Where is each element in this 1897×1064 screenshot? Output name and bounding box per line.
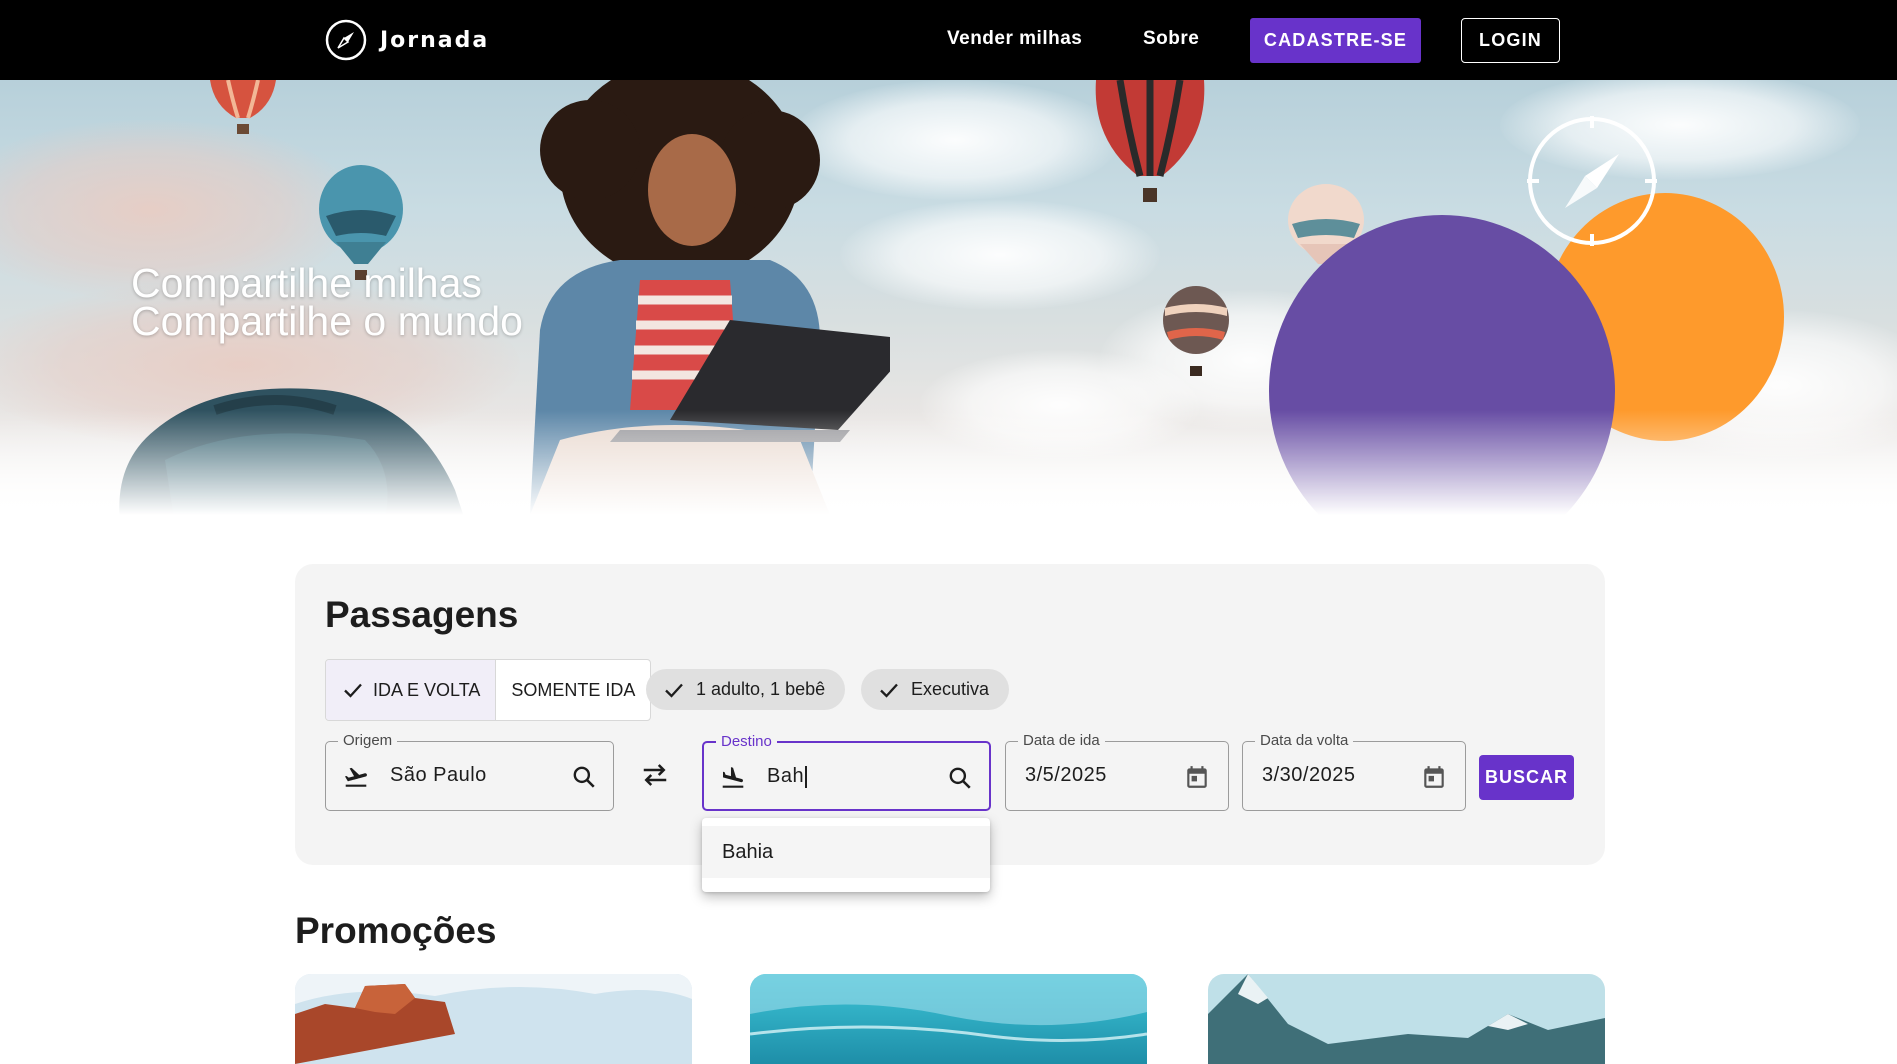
departure-date-value: 3/5/2025 bbox=[1025, 764, 1107, 786]
search-title: Passagens bbox=[325, 594, 519, 635]
text-caret bbox=[805, 765, 807, 788]
origin-label: Origem bbox=[338, 732, 398, 750]
destination-label: Destino bbox=[716, 733, 777, 751]
destination-input[interactable]: Bah bbox=[767, 765, 807, 788]
promo-image-canyon bbox=[295, 974, 692, 1064]
destination-autocomplete: Bahia bbox=[702, 818, 990, 892]
departure-date-field[interactable]: Data de ida 3/5/2025 bbox=[1005, 732, 1229, 811]
nav-link-about[interactable]: Sobre bbox=[1143, 28, 1199, 50]
flight-takeoff-icon bbox=[344, 767, 367, 787]
compass-icon bbox=[1527, 116, 1657, 246]
cabin-class-label: Executiva bbox=[911, 679, 990, 699]
check-icon bbox=[665, 683, 683, 698]
check-icon bbox=[880, 683, 898, 698]
origin-field[interactable]: Origem São Paulo bbox=[325, 732, 614, 811]
trip-type-toggle: IDA E VOLTA SOMENTE IDA bbox=[325, 659, 652, 721]
login-button[interactable]: LOGIN bbox=[1461, 18, 1560, 63]
passengers-chip[interactable]: 1 adulto, 1 bebê bbox=[646, 669, 846, 710]
search-icon[interactable] bbox=[571, 764, 597, 790]
brand-name: Jornada bbox=[380, 27, 490, 53]
destination-field[interactable]: Destino Bah bbox=[702, 733, 991, 811]
nav-link-sell-miles[interactable]: Vender milhas bbox=[947, 28, 1082, 50]
trip-type-label: SOMENTE IDA bbox=[511, 679, 636, 700]
destination-value: Bah bbox=[767, 765, 805, 787]
hero-banner: Compartilhe milhas Compartilhe o mundo bbox=[0, 80, 1897, 515]
autocomplete-option[interactable]: Bahia bbox=[702, 826, 990, 878]
hot-air-balloon bbox=[1163, 286, 1229, 376]
flight-land-icon bbox=[722, 767, 744, 788]
passengers-label: 1 adulto, 1 bebê bbox=[696, 679, 826, 699]
cabin-class-chip[interactable]: Executiva bbox=[861, 669, 1010, 710]
calendar-icon[interactable] bbox=[1184, 764, 1210, 790]
compass-icon bbox=[325, 19, 367, 61]
promo-card[interactable] bbox=[750, 974, 1147, 1064]
hero-fade bbox=[0, 410, 1897, 515]
promo-image-beach bbox=[750, 974, 1147, 1064]
search-icon[interactable] bbox=[947, 765, 973, 791]
promo-card[interactable] bbox=[295, 974, 692, 1064]
top-navbar: Jornada Vender milhas Sobre CADASTRE-SE … bbox=[0, 0, 1897, 80]
hot-air-balloon bbox=[210, 80, 276, 134]
check-icon bbox=[344, 683, 362, 698]
promo-card[interactable] bbox=[1208, 974, 1605, 1064]
calendar-icon[interactable] bbox=[1421, 764, 1447, 790]
return-date-label: Data da volta bbox=[1255, 732, 1354, 750]
brand-logo[interactable]: Jornada bbox=[324, 18, 489, 62]
search-button[interactable]: BUSCAR bbox=[1479, 755, 1574, 800]
trip-type-label: IDA E VOLTA bbox=[373, 679, 481, 700]
hero-line-2: Compartilhe o mundo bbox=[131, 298, 523, 344]
swap-icon[interactable] bbox=[640, 760, 670, 790]
trip-type-one-way[interactable]: SOMENTE IDA bbox=[496, 660, 650, 720]
signup-button[interactable]: CADASTRE-SE bbox=[1250, 18, 1421, 63]
promo-image-mountains bbox=[1208, 974, 1605, 1064]
origin-value: São Paulo bbox=[390, 764, 487, 786]
return-date-field[interactable]: Data da volta 3/30/2025 bbox=[1242, 732, 1466, 811]
departure-date-label: Data de ida bbox=[1018, 732, 1105, 750]
hero-headline: Compartilhe milhas Compartilhe o mundo bbox=[131, 260, 523, 344]
hot-air-balloon bbox=[1095, 80, 1205, 202]
promotions-title: Promoções bbox=[295, 910, 497, 951]
return-date-value: 3/30/2025 bbox=[1262, 764, 1356, 786]
hero-line-1: Compartilhe milhas bbox=[131, 260, 482, 306]
trip-type-round-trip[interactable]: IDA E VOLTA bbox=[326, 660, 497, 720]
